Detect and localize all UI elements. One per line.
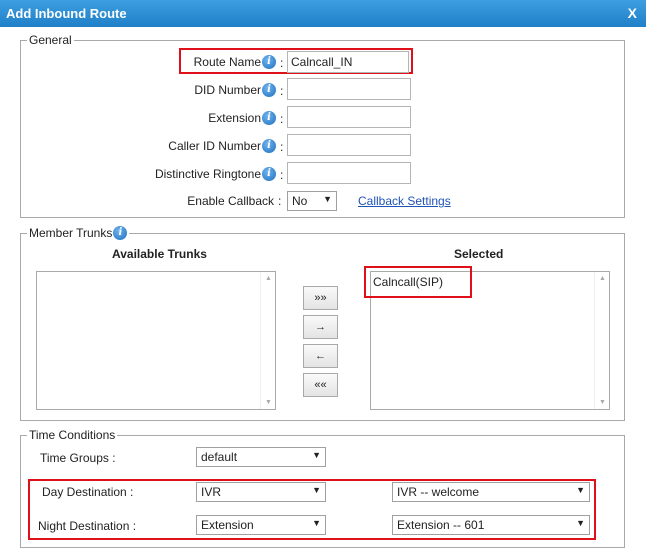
chevron-down-icon: ▼ (576, 518, 585, 528)
colon: : (278, 194, 282, 208)
info-icon[interactable]: i (113, 226, 128, 240)
callback-label: Enable Callback (187, 194, 274, 208)
remove-all-trunks-button[interactable]: «« (303, 373, 338, 397)
day-destination-type-value: IVR (201, 485, 222, 499)
close-icon[interactable]: X (628, 5, 637, 21)
extension-label: Extension i (100, 111, 276, 125)
info-icon[interactable]: i (262, 55, 276, 69)
route-name-input[interactable] (287, 51, 409, 73)
callback-select[interactable]: No ▼ (287, 191, 337, 211)
scroll-down-icon[interactable]: ▼ (261, 399, 276, 406)
scroll-down-icon[interactable]: ▼ (595, 399, 610, 406)
colon: : (280, 56, 284, 70)
caller-id-label: Caller ID Number i (100, 139, 276, 153)
chevron-down-icon: ▼ (312, 450, 321, 460)
info-icon[interactable]: i (262, 83, 276, 97)
add-all-trunks-button[interactable]: »» (303, 286, 338, 310)
dialog-titlebar: Add Inbound Route X (0, 0, 646, 27)
chevron-down-icon: ▼ (312, 485, 321, 495)
colon: : (280, 168, 284, 182)
chevron-down-icon: ▼ (323, 194, 332, 204)
selected-trunks-header: Selected (454, 247, 504, 261)
time-groups-value: default (201, 450, 238, 464)
ringtone-input[interactable] (287, 162, 411, 184)
remove-trunk-button[interactable]: ← (303, 344, 338, 368)
callback-settings-link[interactable]: Callback Settings (358, 194, 451, 208)
did-number-label: DID Number i (100, 83, 276, 97)
scrollbar[interactable]: ▲ ▼ (594, 272, 609, 409)
caller-id-input[interactable] (287, 134, 411, 156)
colon: : (280, 112, 284, 126)
day-destination-target-select[interactable]: IVR -- welcome ▼ (392, 482, 590, 502)
scrollbar[interactable]: ▲ ▼ (260, 272, 275, 409)
extension-input[interactable] (287, 106, 411, 128)
night-destination-target-select[interactable]: Extension -- 601 ▼ (392, 515, 590, 535)
day-destination-target-value: IVR -- welcome (397, 485, 480, 499)
scroll-up-icon[interactable]: ▲ (261, 275, 276, 282)
info-icon[interactable]: i (262, 111, 276, 125)
did-number-input[interactable] (287, 78, 411, 100)
time-conditions-legend: Time Conditions (29, 428, 116, 442)
chevron-down-icon: ▼ (312, 518, 321, 528)
general-legend: General (29, 33, 72, 47)
route-name-label: Route Name i (100, 55, 276, 69)
info-icon[interactable]: i (262, 139, 276, 153)
night-destination-type-select[interactable]: Extension ▼ (196, 515, 326, 535)
available-trunks-list[interactable]: ▲ ▼ (36, 271, 276, 410)
info-icon[interactable]: i (262, 167, 276, 181)
time-groups-label: Time Groups : (40, 451, 116, 465)
dialog-title: Add Inbound Route (6, 6, 127, 21)
member-trunks-legend: Member Trunks i (27, 226, 129, 240)
chevron-down-icon: ▼ (576, 485, 585, 495)
colon: : (280, 140, 284, 154)
night-destination-type-value: Extension (201, 518, 254, 532)
scroll-up-icon[interactable]: ▲ (595, 275, 610, 282)
day-destination-type-select[interactable]: IVR ▼ (196, 482, 326, 502)
callback-select-value: No (292, 194, 308, 208)
add-trunk-button[interactable]: → (303, 315, 338, 339)
ringtone-label: Distinctive Ringtone i (100, 167, 276, 181)
colon: : (280, 84, 284, 98)
time-groups-select[interactable]: default ▼ (196, 447, 326, 467)
night-destination-target-value: Extension -- 601 (397, 518, 485, 532)
selected-trunk-highlight (364, 266, 472, 298)
night-destination-label: Night Destination : (38, 519, 137, 533)
available-trunks-header: Available Trunks (112, 247, 207, 261)
day-destination-label: Day Destination : (42, 485, 134, 499)
